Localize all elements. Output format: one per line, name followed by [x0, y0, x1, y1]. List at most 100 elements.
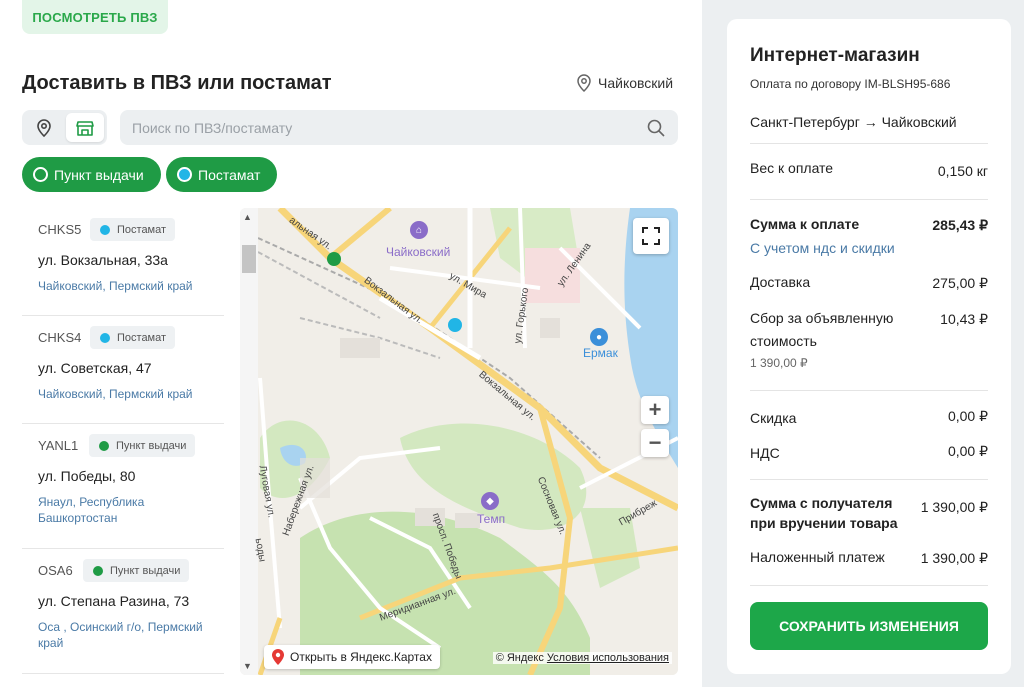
pickup-selector: ПОСМОТРЕТЬ ПВЗ Доставить в ПВЗ или поста… — [0, 0, 700, 687]
postamat-dot-icon — [100, 224, 110, 235]
type-badge: Постамат — [90, 218, 176, 241]
cod-label: Наложенный платеж — [750, 549, 885, 565]
fee-note: 1 390,00 ₽ — [750, 356, 808, 370]
type-badge: Пункт выдачи — [89, 434, 196, 457]
contract-text: Оплата по договору IM-BLSH95-686 — [750, 77, 951, 91]
list-item[interactable]: CHKS4 Постамат ул. Советская, 47 Чайковс… — [22, 316, 224, 424]
point-code: YANL1 — [38, 438, 79, 453]
scroll-down-icon[interactable]: ▼ — [243, 661, 252, 671]
scroll-up-icon[interactable]: ▲ — [243, 212, 252, 222]
divider — [750, 199, 988, 200]
vat-label: НДС — [750, 445, 780, 461]
city-selector[interactable]: Чайковский — [576, 74, 673, 92]
list-item[interactable]: CHKS5 Постамат ул. Вокзальная, 33а Чайко… — [22, 208, 224, 316]
shop-poi-icon: ● — [590, 328, 608, 346]
map-scrollbar[interactable]: ▲ ▼ — [240, 208, 258, 675]
order-summary-card: Интернет-магазин Оплата по договору IM-B… — [727, 19, 1011, 674]
discount-value: 0,00 ₽ — [947, 408, 988, 424]
sum-value: 285,43 ₽ — [932, 217, 988, 233]
type-label: Пункт выдачи — [116, 439, 187, 452]
discount-label: Скидка — [750, 410, 797, 426]
point-region: Чайковский, Пермский край — [38, 279, 193, 293]
vat-value: 0,00 ₽ — [947, 443, 988, 459]
view-pvz-button[interactable]: ПОСМОТРЕТЬ ПВЗ — [22, 0, 168, 34]
point-code: CHKS5 — [38, 222, 82, 237]
open-yandex-maps-link[interactable]: Открыть в Яндекс.Картах — [264, 645, 440, 669]
point-address: ул. Степана Разина, 73 — [38, 593, 190, 609]
fullscreen-icon — [642, 227, 660, 245]
type-label: Постамат — [117, 223, 167, 236]
search-icon[interactable] — [646, 118, 666, 138]
fee-value: 10,43 ₽ — [940, 311, 988, 327]
postamat-dot-icon — [100, 332, 110, 343]
weight-value: 0,150 кг — [937, 163, 988, 179]
point-region: Оса , Осинский г/о, Пермский край — [38, 620, 203, 650]
shop-title: Интернет-магазин — [750, 45, 920, 66]
filter-label: Пункт выдачи — [54, 166, 144, 183]
save-changes-button[interactable]: СОХРАНИТЬ ИЗМЕНЕНИЯ — [750, 602, 988, 650]
search-box — [120, 110, 678, 145]
page-title: Доставить в ПВЗ или постамат — [22, 72, 332, 94]
city-name: Чайковский — [598, 75, 674, 91]
delivery-label: Доставка — [750, 274, 811, 290]
point-address: ул. Вокзальная, 33а — [38, 252, 168, 268]
weight-label: Вес к оплате — [750, 160, 834, 176]
map-mode-button[interactable] — [25, 113, 63, 142]
recipient-sum-label-continued: при вручении товара — [750, 515, 898, 531]
filter-pickup-point[interactable]: Пункт выдачи — [22, 157, 161, 192]
city-poi-icon: ⌂ — [410, 221, 428, 239]
poi-label: Темп — [477, 512, 506, 526]
point-address: ул. Советская, 47 — [38, 360, 152, 376]
pickup-point-dot-icon — [99, 440, 109, 451]
pickup-point-dot-icon — [33, 167, 48, 182]
list-mode-button[interactable] — [66, 113, 104, 142]
view-mode-toggle — [22, 110, 107, 145]
route-text: Санкт-Петербург → Чайковский — [750, 114, 957, 130]
zoom-in-button[interactable]: + — [641, 396, 669, 424]
zoom-out-button[interactable]: − — [641, 429, 669, 457]
point-code: CHKS4 — [38, 330, 82, 345]
divider — [750, 143, 988, 144]
map-pin-icon — [37, 118, 51, 137]
divider — [750, 390, 988, 391]
point-region: Чайковский, Пермский край — [38, 387, 193, 401]
map-view[interactable]: ▲ ▼ альная ул. Вокзальная ул. Вокзальная… — [240, 208, 678, 675]
delivery-value: 275,00 ₽ — [932, 275, 988, 291]
type-badge: Постамат — [90, 326, 176, 349]
open-yandex-label: Открыть в Яндекс.Картах — [290, 650, 432, 664]
fullscreen-button[interactable] — [633, 218, 669, 254]
cod-value: 1 390,00 ₽ — [920, 550, 988, 566]
type-badge: Пункт выдачи — [83, 559, 190, 582]
point-code: OSA6 — [38, 563, 73, 578]
fee-label-continued: стоимость — [750, 333, 817, 349]
sum-label: Сумма к оплате — [750, 216, 860, 232]
poi-label: Чайковский — [386, 245, 451, 259]
recipient-sum-value: 1 390,00 ₽ — [920, 499, 988, 515]
type-label: Пункт выдачи — [110, 564, 181, 577]
point-address: ул. Победы, 80 — [38, 468, 136, 484]
type-label: Постамат — [117, 331, 167, 344]
copyright-text: © Яндекс — [495, 652, 544, 664]
terms-link[interactable]: Условия использования — [547, 652, 669, 664]
divider — [750, 479, 988, 480]
fee-label: Сбор за объявленную — [750, 310, 894, 326]
store-icon — [76, 120, 94, 136]
sport-poi-icon: ◆ — [481, 492, 499, 510]
pickup-point-marker[interactable] — [327, 252, 341, 266]
postamat-dot-icon — [177, 167, 192, 182]
divider — [750, 585, 988, 586]
yandex-pin-icon — [272, 649, 284, 665]
filter-label: Постамат — [198, 166, 261, 183]
list-item[interactable]: YANL1 Пункт выдачи ул. Победы, 80 Янаул,… — [22, 424, 224, 549]
point-region: Янаул, Республика Башкортостан — [38, 495, 145, 525]
scroll-thumb[interactable] — [242, 245, 256, 273]
map-copyright: © Яндекс Условия использования — [492, 652, 672, 664]
poi-label: Ермак — [583, 346, 618, 360]
pickup-point-dot-icon — [93, 565, 103, 576]
search-input[interactable] — [132, 119, 646, 136]
list-item[interactable]: OSA6 Пункт выдачи ул. Степана Разина, 73… — [22, 549, 224, 674]
location-pin-icon — [577, 74, 591, 92]
filter-postamat[interactable]: Постамат — [166, 157, 277, 192]
sum-note: С учетом ндс и скидки — [750, 240, 895, 256]
postamat-marker[interactable] — [448, 318, 462, 332]
